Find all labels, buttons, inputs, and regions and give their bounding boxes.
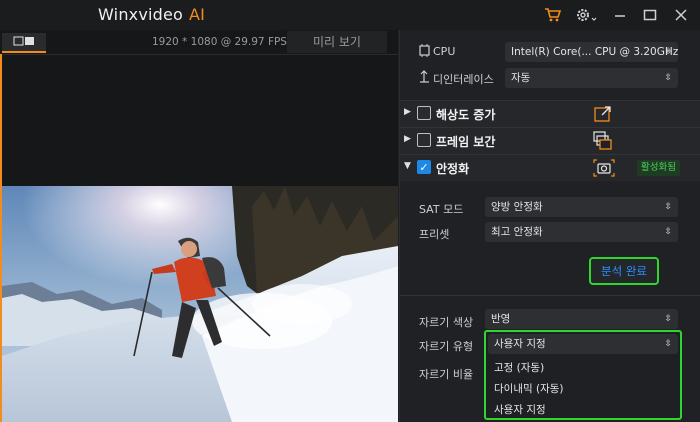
cpu-icon — [418, 44, 431, 60]
app-name: Winxvideo — [98, 5, 184, 24]
maximize-icon[interactable] — [641, 5, 659, 25]
settings-panel: CPU Intel(R) Core(... CPU @ 3.20GHz ⇳ 디인… — [399, 30, 700, 422]
chevron-updown-icon: ⇳ — [664, 202, 672, 212]
tab-preview[interactable]: 미리 보기 — [287, 31, 387, 53]
cart-icon[interactable] — [543, 5, 563, 25]
sat-mode-value: 양방 안정화 — [491, 201, 543, 213]
section-frame-interpolation[interactable]: ▶ 프레임 보간 — [400, 127, 700, 154]
dropdown-option-custom[interactable]: 사용자 지정 — [494, 402, 546, 417]
chevron-updown-icon: ⇳ — [664, 339, 672, 349]
deinterlace-row: 디인터레이스 자동 ⇳ — [400, 66, 700, 88]
crop-color-label: 자르기 색상 — [419, 316, 474, 329]
chevron-updown-icon: ⇳ — [664, 47, 672, 57]
split-view-icon — [13, 36, 35, 49]
deinterlace-select-value: 자동 — [511, 72, 531, 84]
resolution-info: 1920 * 1080 @ 29.97 FPS — [152, 36, 287, 48]
minimize-icon[interactable] — [611, 5, 629, 25]
deinterlace-select[interactable]: 자동 ⇳ — [505, 68, 678, 88]
sat-mode-label: SAT 모드 — [419, 203, 464, 216]
frame-interp-icon — [593, 131, 613, 151]
status-badge: 활성화됨 — [637, 160, 680, 176]
stabilize-camera-icon — [593, 158, 615, 178]
deinterlace-label: 디인터레이스 — [433, 73, 494, 86]
crop-type-select[interactable]: 사용자 지정 ⇳ — [488, 334, 678, 354]
view-toggle-button[interactable] — [2, 33, 46, 53]
crop-type-dropdown[interactable]: 사용자 지정 ⇳ 고정 (자동) 다이내믹 (자동) 사용자 지정 — [484, 330, 682, 420]
chevron-updown-icon: ⇳ — [664, 227, 672, 237]
app-name-ai: AI — [189, 5, 206, 24]
app-title: Winxvideo AI — [98, 5, 205, 24]
cpu-label: CPU — [433, 45, 456, 58]
cpu-select[interactable]: Intel(R) Core(... CPU @ 3.20GHz ⇳ — [505, 42, 678, 62]
chevron-updown-icon: ⇳ — [664, 73, 672, 83]
stabilize-checkbox[interactable]: ✓ — [417, 160, 431, 174]
cpu-row: CPU Intel(R) Core(... CPU @ 3.20GHz ⇳ — [400, 41, 700, 63]
section-stabilize[interactable]: ▼ ✓ 안정화 활성화됨 — [400, 154, 700, 181]
stabilize-title: 안정화 — [436, 162, 470, 176]
chevron-updown-icon: ⇳ — [664, 314, 672, 324]
preset-label: 프리셋 — [419, 228, 450, 241]
dropdown-option-fixed[interactable]: 고정 (자동) — [494, 360, 544, 375]
close-icon[interactable] — [672, 5, 690, 25]
cpu-select-value: Intel(R) Core(... CPU @ 3.20GHz — [511, 46, 678, 58]
gear-icon[interactable] — [573, 5, 599, 25]
collapse-arrow-icon[interactable]: ▼ — [404, 161, 411, 171]
expand-arrow-icon[interactable]: ▶ — [404, 134, 411, 144]
divider — [400, 295, 700, 296]
video-frame — [2, 186, 398, 422]
crop-color-value: 반영 — [491, 313, 511, 325]
crop-type-label: 자르기 유형 — [419, 340, 474, 353]
dropdown-option-dynamic[interactable]: 다이내믹 (자동) — [494, 381, 564, 396]
frame-interp-title: 프레임 보간 — [436, 135, 496, 149]
upscale-title: 해상도 증가 — [436, 108, 496, 122]
preset-value: 최고 안정화 — [491, 226, 543, 238]
crop-type-value: 사용자 지정 — [494, 338, 546, 350]
analyze-complete-button[interactable]: 분석 완료 — [589, 257, 659, 285]
title-bar: Winxvideo AI — [0, 0, 700, 30]
frame-interp-checkbox[interactable] — [417, 133, 431, 147]
sat-mode-select[interactable]: 양방 안정화 ⇳ — [485, 197, 678, 217]
expand-arrow-icon[interactable]: ▶ — [404, 107, 411, 117]
preview-panel: 1920 * 1080 @ 29.97 FPS 미리 보기 — [0, 30, 398, 422]
upscale-icon — [593, 104, 613, 124]
preset-select[interactable]: 최고 안정화 ⇳ — [485, 222, 678, 242]
crop-color-select[interactable]: 반영 ⇳ — [485, 309, 678, 329]
section-upscale[interactable]: ▶ 해상도 증가 — [400, 100, 700, 127]
deinterlace-icon — [418, 70, 431, 86]
upscale-checkbox[interactable] — [417, 106, 431, 120]
divider — [0, 54, 398, 55]
crop-ratio-label: 자르기 비율 — [419, 368, 474, 381]
